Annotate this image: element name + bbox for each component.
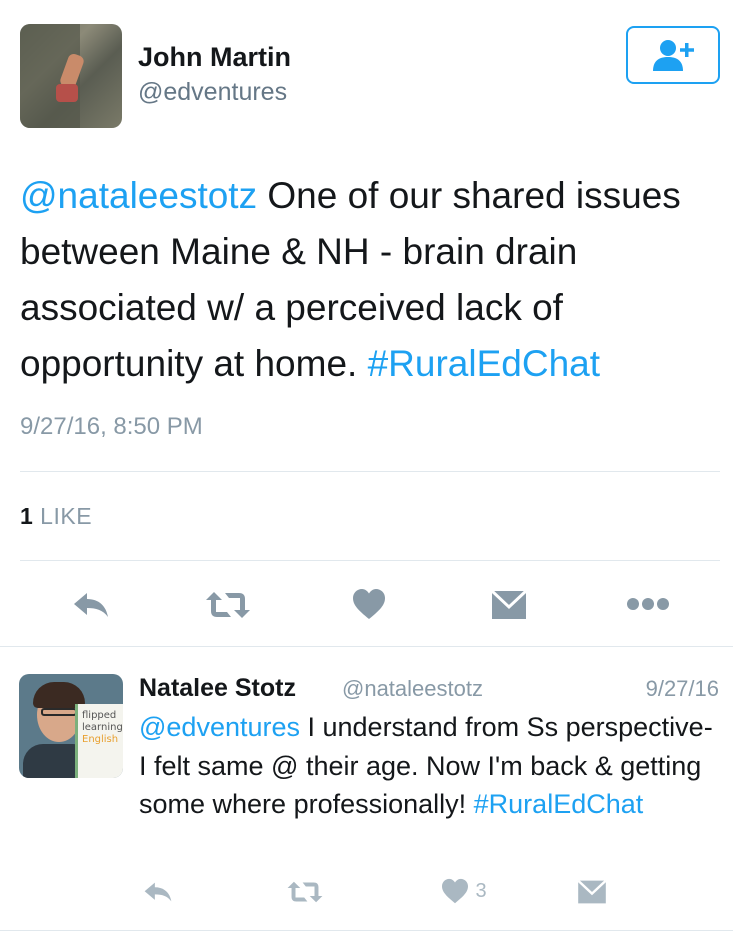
likes-summary[interactable]: 1 LIKE — [20, 503, 92, 530]
more-button[interactable] — [622, 588, 674, 620]
follow-button[interactable] — [626, 26, 720, 84]
reply-reply-button[interactable] — [140, 878, 176, 906]
reply-date: 9/27/16 — [645, 676, 719, 701]
envelope-icon — [577, 879, 607, 904]
reply-like-count: 3 — [475, 879, 487, 902]
tweet-text: @nataleestotz One of our shared issues b… — [20, 168, 725, 392]
envelope-icon — [491, 589, 527, 619]
reply-icon — [144, 882, 172, 902]
heart-icon — [442, 878, 469, 904]
like-count: 1 — [20, 503, 34, 529]
retweet-icon — [287, 881, 323, 903]
book-line: learning — [82, 722, 123, 733]
author-name[interactable]: John Martin — [138, 42, 291, 73]
reply-hashtag-link[interactable]: #RuralEdChat — [474, 789, 644, 819]
reply-author-avatar[interactable]: flipped learning English — [19, 674, 123, 778]
tweet-hashtag-link[interactable]: #RuralEdChat — [368, 343, 600, 384]
author-handle[interactable]: @edventures — [138, 78, 287, 107]
direct-message-button[interactable] — [486, 586, 532, 624]
heart-icon — [353, 589, 385, 619]
person-add-icon — [653, 40, 694, 71]
reply-dm-button[interactable] — [574, 877, 610, 907]
reply-author-handle[interactable]: @nataleestotz — [342, 676, 483, 702]
retweet-button[interactable] — [200, 586, 256, 624]
reply-button[interactable] — [66, 586, 116, 624]
more-dots-icon — [627, 598, 669, 610]
author-avatar[interactable] — [20, 24, 122, 128]
bottom-divider — [0, 930, 733, 931]
avatar-book: flipped learning English — [75, 704, 123, 778]
reply-retweet-button[interactable] — [284, 878, 326, 906]
tweet-mention-link[interactable]: @nataleestotz — [20, 175, 257, 216]
reply-mention-link[interactable]: @edventures — [139, 712, 300, 742]
divider — [20, 560, 720, 561]
book-line: flipped — [82, 710, 117, 721]
book-line: English — [82, 734, 119, 745]
like-button[interactable] — [346, 584, 392, 624]
reply-author-name[interactable]: Natalee Stotz — [139, 674, 296, 703]
reply-text: @edventures I understand from Ss perspec… — [139, 708, 724, 824]
section-divider — [0, 646, 733, 647]
tweet-timestamp: 9/27/16, 8:50 PM — [20, 413, 203, 440]
retweet-icon — [206, 592, 250, 618]
divider — [20, 471, 720, 472]
reply-icon — [74, 593, 108, 617]
reply-like-button[interactable]: 3 — [434, 876, 494, 906]
like-label: LIKE — [33, 503, 93, 529]
